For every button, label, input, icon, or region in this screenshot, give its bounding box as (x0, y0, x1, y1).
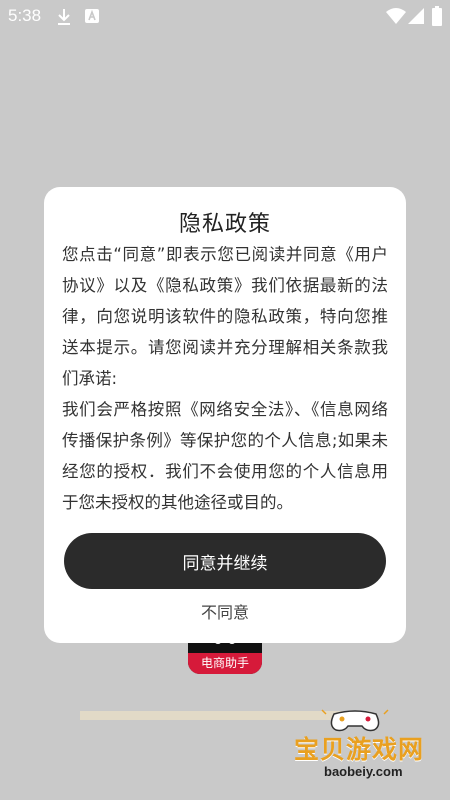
cellular-signal-icon (408, 8, 424, 24)
policy-paragraph: 您点击“同意”即表示您已阅读并同意《用户协议》以及《隐私政策》我们依据最新的法律… (62, 245, 388, 388)
disagree-button[interactable]: 不同意 (44, 599, 406, 623)
status-bar: 5:38 (0, 0, 450, 34)
dialog-body: 您点击“同意”即表示您已阅读并同意《用户协议》以及《隐私政策》我们依据最新的法律… (62, 239, 388, 518)
privacy-policy-dialog: 隐私政策 您点击“同意”即表示您已阅读并同意《用户协议》以及《隐私政策》我们依据… (44, 187, 406, 643)
watermark-domain: baobeiy.com (324, 764, 403, 779)
app-notification-icon (85, 9, 99, 23)
wifi-icon (386, 8, 406, 24)
battery-icon (432, 6, 442, 26)
app-icon-label: 电商助手 (188, 653, 262, 674)
watermark-text: 宝贝游戏网 (294, 735, 425, 764)
download-icon (58, 9, 70, 25)
status-time: 5:38 (8, 6, 42, 25)
agree-continue-button[interactable]: 同意并继续 (64, 533, 386, 589)
dialog-title: 隐私政策 (178, 212, 271, 237)
watermark: 宝贝游戏网 baobeiy.com (290, 706, 440, 796)
policy-paragraph: 我们会严格按照《网络安全法》、《信息网络传播保护条例》等保护您的个人信息;如果未… (62, 400, 388, 512)
